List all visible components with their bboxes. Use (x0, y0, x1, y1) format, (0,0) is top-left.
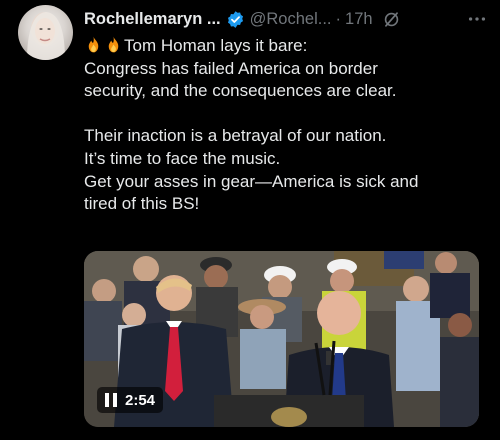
tweet-text: Tom Homan lays it bare: Congress has fai… (84, 35, 484, 216)
separator-dot: · (335, 9, 342, 28)
tweet-line-4: Their inaction is a betrayal of our nati… (84, 126, 387, 146)
tweet-line-7: tired of this BS! (84, 194, 200, 214)
timestamp[interactable]: 17h (345, 10, 373, 29)
video-player[interactable]: 2:54 (84, 251, 479, 427)
tweet-line-1: Tom Homan lays it bare: (84, 35, 484, 58)
tweet-line-1-text: Tom Homan lays it bare: (124, 36, 308, 55)
tweet-header: Rochellemaryn ... @Rochel... · 17h (84, 8, 488, 30)
video-duration: 2:54 (125, 391, 156, 409)
author-avatar[interactable] (18, 5, 73, 60)
author-display-name[interactable]: Rochellemaryn ... (84, 10, 221, 29)
tweet-line-2: Congress has failed America on border (84, 58, 378, 78)
pause-icon[interactable] (105, 393, 117, 407)
author-handle[interactable]: @Rochel... (250, 10, 332, 29)
video-duration-badge[interactable]: 2:54 (97, 387, 164, 413)
avatar-image (27, 12, 65, 60)
verified-badge-icon (227, 10, 243, 28)
grok-icon[interactable] (382, 10, 401, 29)
tweet-line-3: security, and the consequences are clear… (84, 81, 397, 101)
tweet-line-5: It’s time to face the music. (84, 148, 281, 168)
tweet-line-6: Get your asses in gear—America is sick a… (84, 171, 419, 191)
more-options-icon[interactable] (466, 8, 488, 30)
fire-icon (88, 36, 99, 53)
fire-icon (108, 36, 119, 53)
